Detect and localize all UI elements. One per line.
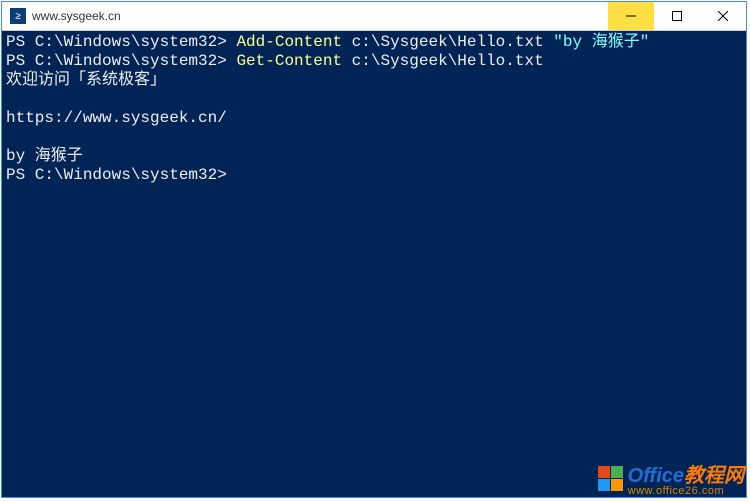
watermark-text: Office教程网 www.office26.com	[628, 466, 744, 497]
window-controls	[608, 2, 746, 30]
terminal-line: 欢迎访问「系统极客」	[6, 71, 742, 90]
minimize-button[interactable]	[608, 2, 654, 30]
terminal-line	[6, 90, 742, 109]
terminal-line: PS C:\Windows\system32> Add-Content c:\S…	[6, 33, 742, 52]
terminal-line: PS C:\Windows\system32>	[6, 166, 742, 185]
title-bar[interactable]: ≥ www.sysgeek.cn	[2, 2, 746, 31]
maximize-button[interactable]	[654, 2, 700, 30]
close-button[interactable]	[700, 2, 746, 30]
terminal-line: by 海猴子	[6, 147, 742, 166]
terminal-line	[6, 128, 742, 147]
powershell-window: ≥ www.sysgeek.cn PS C:\Windows\system32>…	[1, 1, 747, 498]
terminal-line: PS C:\Windows\system32> Get-Content c:\S…	[6, 52, 742, 71]
office-logo-icon	[592, 464, 626, 498]
watermark: Office教程网 www.office26.com	[592, 464, 744, 498]
terminal-line: https://www.sysgeek.cn/	[6, 109, 742, 128]
terminal-area[interactable]: PS C:\Windows\system32> Add-Content c:\S…	[2, 31, 746, 497]
window-title: www.sysgeek.cn	[32, 9, 608, 23]
powershell-icon: ≥	[10, 8, 26, 24]
